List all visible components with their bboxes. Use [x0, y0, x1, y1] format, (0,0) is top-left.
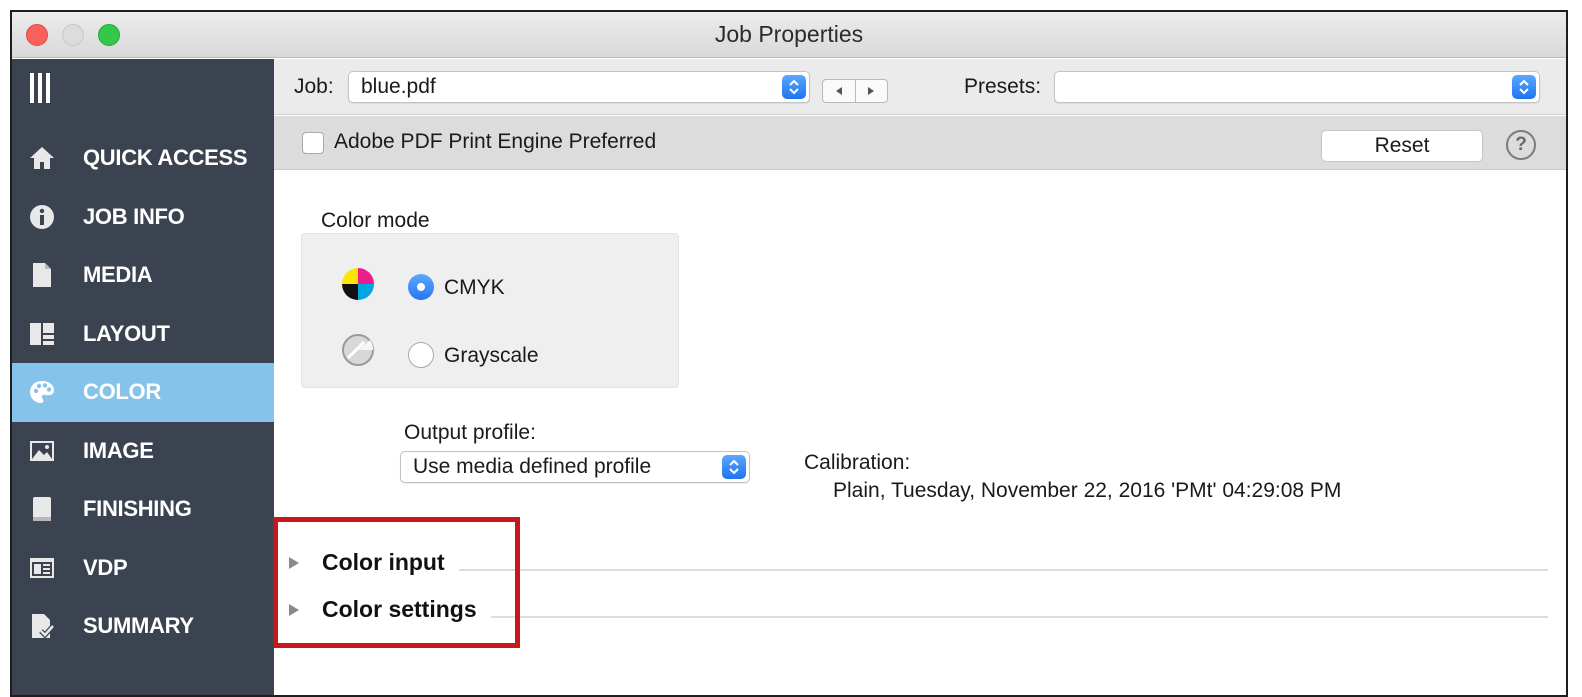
sidebar-toggle-icon[interactable]	[30, 73, 50, 103]
sidebar-item-color[interactable]: COLOR	[12, 363, 274, 422]
pdf-print-engine-checkbox[interactable]	[302, 132, 324, 154]
output-profile-label: Output profile:	[404, 421, 536, 444]
layout-icon	[28, 320, 56, 348]
section-title: Color settings	[322, 596, 477, 622]
home-icon	[28, 144, 56, 172]
presets-label: Presets:	[964, 75, 1042, 98]
help-icon[interactable]: ?	[1506, 130, 1536, 160]
sidebar-item-label: MEDIA	[83, 262, 153, 288]
job-label: Job:	[294, 75, 334, 98]
calibration-label: Calibration:	[804, 451, 911, 474]
sidebar-item-label: VDP	[83, 554, 128, 580]
info-icon	[28, 203, 56, 231]
title-bar: Job Properties	[12, 12, 1566, 58]
color-mode-group: CMYK Grayscale	[301, 233, 679, 388]
sidebar-item-vdp[interactable]: VDP	[12, 539, 274, 598]
job-select-value: blue.pdf	[361, 75, 436, 98]
select-stepper-icon	[1512, 75, 1536, 99]
reset-button[interactable]: Reset	[1321, 130, 1483, 162]
zoom-window-button[interactable]	[98, 24, 120, 46]
sidebar-item-label: JOB INFO	[83, 203, 185, 229]
sidebar-item-layout[interactable]: LAYOUT	[12, 305, 274, 364]
section-divider	[458, 568, 1548, 571]
grayscale-radio[interactable]	[408, 342, 434, 368]
cmyk-icon	[340, 266, 376, 302]
window-controls	[26, 24, 120, 46]
sidebar-item-summary[interactable]: SUMMARY	[12, 597, 274, 656]
book-icon	[28, 495, 56, 523]
output-profile-value: Use media defined profile	[413, 455, 652, 478]
job-navigation	[822, 79, 888, 103]
section-divider	[490, 615, 1548, 618]
window-title: Job Properties	[714, 21, 864, 47]
color-input-section[interactable]: Color input	[288, 549, 1548, 576]
calibration-value: Plain, Tuesday, November 22, 2016 'PMt' …	[833, 479, 1342, 502]
select-stepper-icon	[722, 455, 746, 479]
engine-toolbar: Adobe PDF Print Engine Preferred Reset ?	[274, 116, 1566, 170]
section-title: Color input	[322, 549, 445, 575]
color-settings-section[interactable]: Color settings	[288, 596, 1548, 623]
sidebar-item-image[interactable]: IMAGE	[12, 422, 274, 481]
sidebar-item-finishing[interactable]: FINISHING	[12, 480, 274, 539]
previous-job-button[interactable]	[823, 80, 856, 102]
sidebar-item-label: IMAGE	[83, 437, 154, 463]
arrow-right-icon	[868, 87, 875, 95]
sidebar-item-label: COLOR	[83, 379, 161, 405]
main-panel: Job: blue.pdf Presets: Adobe PDF Print E…	[274, 59, 1566, 695]
sidebar-item-label: QUICK ACCESS	[83, 145, 248, 171]
sidebar: QUICK ACCESS JOB INFO MEDIA LAYOUT COLOR…	[12, 59, 274, 695]
minimize-window-button[interactable]	[62, 24, 84, 46]
sidebar-nav: QUICK ACCESS JOB INFO MEDIA LAYOUT COLOR…	[12, 129, 274, 656]
select-stepper-icon	[782, 75, 806, 99]
sidebar-item-label: LAYOUT	[83, 320, 170, 346]
grayscale-icon	[340, 332, 376, 368]
sidebar-item-job-info[interactable]: JOB INFO	[12, 188, 274, 247]
color-mode-title: Color mode	[321, 209, 430, 232]
document-icon	[28, 261, 56, 289]
close-window-button[interactable]	[26, 24, 48, 46]
sidebar-item-media[interactable]: MEDIA	[12, 246, 274, 305]
grayscale-label: Grayscale	[444, 344, 539, 367]
arrow-left-icon	[835, 87, 842, 95]
sidebar-item-label: FINISHING	[83, 496, 192, 522]
cmyk-radio[interactable]	[408, 274, 434, 300]
output-profile-select[interactable]: Use media defined profile	[400, 451, 750, 483]
presets-select[interactable]	[1054, 71, 1540, 103]
palette-icon	[28, 378, 56, 406]
vdp-icon	[28, 554, 56, 582]
summary-icon	[28, 612, 56, 640]
next-job-button[interactable]	[856, 80, 888, 102]
cmyk-label: CMYK	[444, 276, 505, 299]
disclosure-triangle-icon	[289, 556, 299, 569]
image-icon	[28, 437, 56, 465]
job-properties-window: Job Properties QUICK ACCESS JOB INFO MED…	[10, 10, 1568, 697]
job-toolbar: Job: blue.pdf Presets:	[274, 59, 1566, 115]
pdf-print-engine-label: Adobe PDF Print Engine Preferred	[334, 130, 657, 153]
sidebar-item-label: SUMMARY	[83, 613, 194, 639]
disclosure-triangle-icon	[289, 603, 299, 616]
sidebar-item-quick-access[interactable]: QUICK ACCESS	[12, 129, 274, 188]
job-select[interactable]: blue.pdf	[348, 71, 810, 103]
